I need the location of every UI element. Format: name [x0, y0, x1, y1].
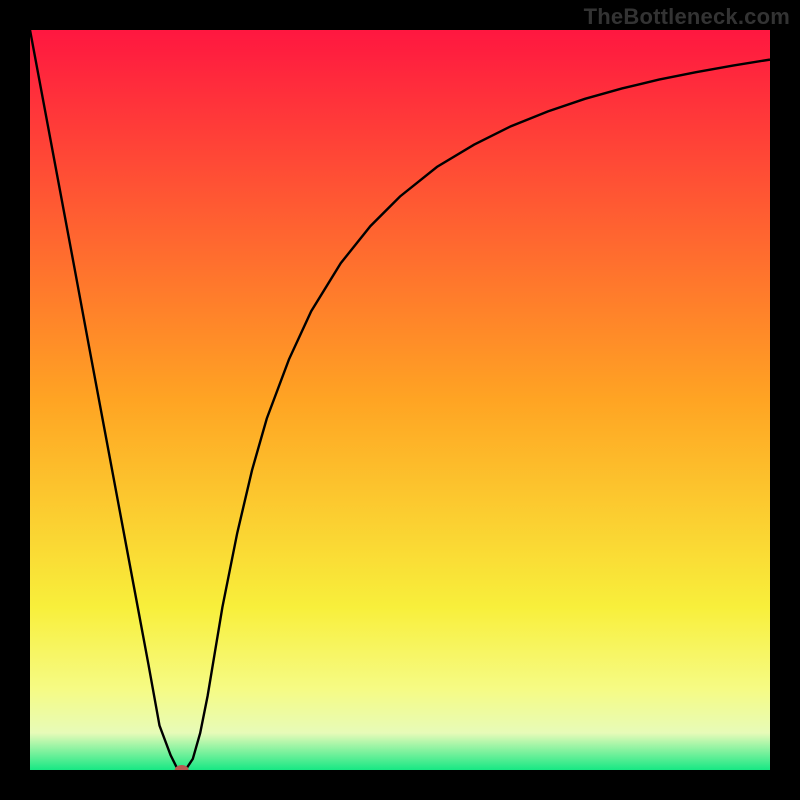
- plot-area: [30, 30, 770, 770]
- gradient-background: [30, 30, 770, 770]
- chart-frame: TheBottleneck.com: [0, 0, 800, 800]
- watermark-label: TheBottleneck.com: [584, 4, 790, 30]
- plot-svg: [30, 30, 770, 770]
